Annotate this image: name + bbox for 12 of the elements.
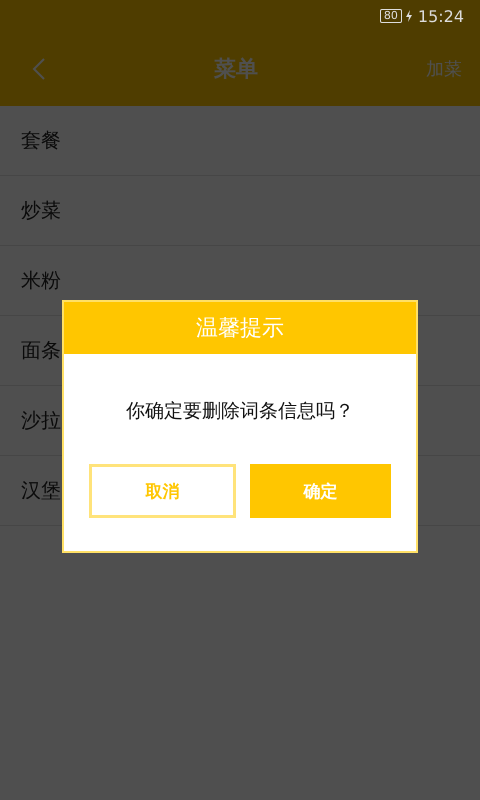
clock-time: 15:24 — [418, 6, 464, 26]
back-icon[interactable] — [32, 57, 46, 81]
battery-level: 80 — [380, 9, 402, 23]
dialog-message: 你确定要删除词条信息吗？ — [125, 399, 355, 424]
confirm-button[interactable]: 确定 — [250, 464, 391, 518]
page-title: 菜单 — [214, 56, 258, 84]
cancel-button[interactable]: 取消 — [89, 464, 236, 518]
charging-icon — [404, 10, 413, 22]
menu-item[interactable]: 套餐 — [0, 106, 480, 176]
menu-item[interactable]: 炒菜 — [0, 176, 480, 246]
add-dish-button[interactable]: 加菜 — [426, 57, 462, 81]
dialog-title: 温馨提示 — [64, 302, 416, 354]
